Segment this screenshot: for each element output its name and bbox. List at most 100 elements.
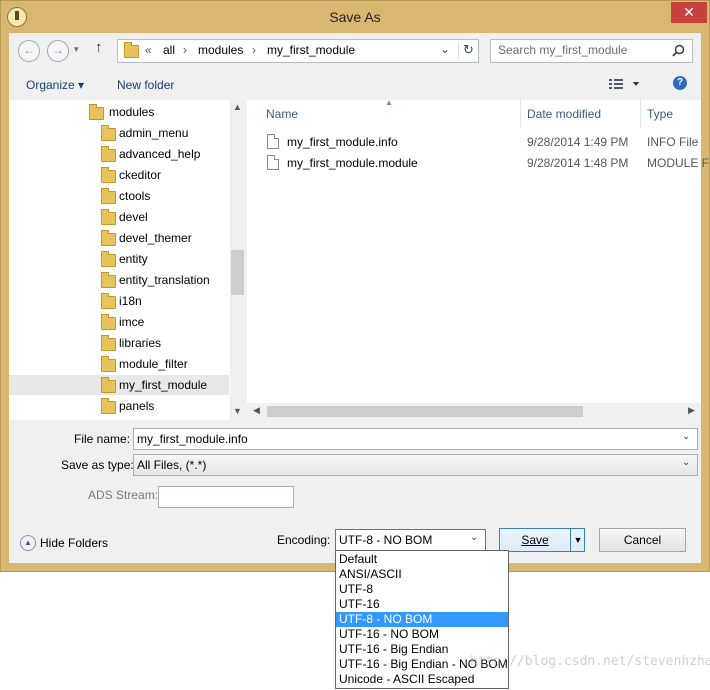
- folder-icon: [101, 272, 116, 288]
- folder-icon: [101, 167, 116, 183]
- folder-icon: [124, 42, 139, 58]
- ads-stream-label: ADS Stream:: [88, 488, 159, 502]
- folder-icon: [101, 293, 116, 309]
- navigation-pane: modules admin_menu advanced_help ckedito…: [9, 100, 245, 420]
- chevron-down-icon[interactable]: ⌄: [682, 431, 690, 442]
- encoding-option-selected[interactable]: UTF-8 - NO BOM: [336, 612, 508, 627]
- encoding-option[interactable]: Unicode - ASCII Escaped: [336, 672, 508, 687]
- encoding-option[interactable]: UTF-16 - NO BOM: [336, 627, 508, 642]
- new-folder-button[interactable]: New folder: [117, 78, 174, 92]
- tree-item-devel_themer[interactable]: devel_themer: [9, 228, 229, 248]
- organize-menu[interactable]: Organize ▾: [26, 78, 84, 92]
- tree-item-libraries[interactable]: libraries: [9, 333, 229, 353]
- file-row[interactable]: my_first_module.info 9/28/2014 1:49 PM I…: [257, 132, 698, 152]
- file-row[interactable]: my_first_module.module 9/28/2014 1:48 PM…: [257, 153, 709, 173]
- tree-item-modules[interactable]: modules: [9, 102, 229, 122]
- ads-stream-field[interactable]: [158, 486, 294, 508]
- folder-icon: [101, 125, 116, 141]
- encoding-value: UTF-8 - NO BOM: [339, 533, 433, 547]
- breadcrumb-all[interactable]: all: [163, 43, 175, 57]
- scroll-up-icon[interactable]: ▲: [233, 102, 242, 112]
- tree-item-i18n[interactable]: i18n: [9, 291, 229, 311]
- encoding-option[interactable]: Default: [336, 552, 508, 567]
- search-box[interactable]: Search my_first_module: [490, 39, 693, 63]
- help-icon[interactable]: ?: [673, 76, 687, 90]
- cancel-button[interactable]: Cancel: [599, 528, 686, 552]
- hide-folders-icon[interactable]: ▲: [20, 535, 36, 551]
- column-header-date[interactable]: Date modified: [527, 107, 601, 121]
- folder-icon: [101, 398, 116, 414]
- search-input[interactable]: Search my_first_module: [498, 43, 627, 57]
- folder-icon: [101, 209, 116, 225]
- folder-icon: [101, 377, 116, 393]
- folder-icon: [101, 335, 116, 351]
- scroll-left-icon[interactable]: ◀: [253, 405, 260, 416]
- tree-item-imce[interactable]: imce: [9, 312, 229, 332]
- file-name-field[interactable]: my_first_module.info ⌄: [133, 428, 698, 450]
- column-divider[interactable]: [520, 100, 521, 128]
- folder-icon: [101, 146, 116, 162]
- scroll-right-icon[interactable]: ▶: [688, 405, 695, 416]
- chevron-down-icon[interactable]: ⌄: [470, 532, 478, 543]
- scrollbar-thumb[interactable]: [231, 250, 244, 295]
- encoding-option[interactable]: UTF-8: [336, 582, 508, 597]
- breadcrumb-current[interactable]: my_first_module: [267, 43, 355, 57]
- recent-locations-icon[interactable]: ▾: [74, 44, 79, 55]
- tree-item-devel[interactable]: devel: [9, 207, 229, 227]
- save-options-chevron-icon[interactable]: ▼: [570, 529, 585, 551]
- address-bar[interactable]: « all › modules › my_first_module ⌄ ↻: [117, 39, 479, 63]
- breadcrumb-separator[interactable]: ›: [183, 43, 187, 57]
- toolbar: Organize ▾ New folder ?: [9, 69, 701, 99]
- folder-icon: [101, 356, 116, 372]
- hide-folders-button[interactable]: Hide Folders: [40, 536, 108, 550]
- scroll-down-icon[interactable]: ▼: [233, 406, 242, 416]
- refresh-icon[interactable]: ↻: [458, 42, 474, 58]
- nav-pane-scrollbar[interactable]: ▲ ▼: [230, 100, 245, 420]
- view-options-icon[interactable]: [609, 78, 639, 90]
- file-icon: [267, 155, 279, 170]
- scrollbar-thumb[interactable]: [267, 406, 583, 417]
- watermark-text: http://blog.csdn.net/stevenhzhang: [470, 654, 710, 669]
- tree-item-advanced_help[interactable]: advanced_help: [9, 144, 229, 164]
- breadcrumb-modules[interactable]: modules: [198, 43, 243, 57]
- file-icon: [267, 134, 279, 149]
- address-dropdown-icon[interactable]: ⌄: [440, 42, 450, 56]
- file-name-label: File name:: [74, 432, 131, 446]
- file-pane-scrollbar[interactable]: ◀ ▶: [247, 403, 701, 420]
- tree-item-panels[interactable]: panels: [9, 396, 229, 416]
- forward-button[interactable]: →: [47, 40, 69, 62]
- chevron-down-icon[interactable]: ⌄: [682, 457, 690, 468]
- up-button[interactable]: ↑: [95, 39, 103, 56]
- file-name-value: my_first_module.info: [137, 432, 248, 446]
- folder-icon: [101, 314, 116, 330]
- tree-item-ctools[interactable]: ctools: [9, 186, 229, 206]
- tree-item-admin_menu[interactable]: admin_menu: [9, 123, 229, 143]
- encoding-option[interactable]: ANSI/ASCII: [336, 567, 508, 582]
- tree-item-module_filter[interactable]: module_filter: [9, 354, 229, 374]
- folder-icon: [89, 104, 104, 120]
- tree-item-entity[interactable]: entity: [9, 249, 229, 269]
- column-header-type[interactable]: Type: [647, 107, 673, 121]
- tree-item-entity_translation[interactable]: entity_translation: [9, 270, 229, 290]
- save-button-label: Save: [521, 533, 549, 547]
- search-icon[interactable]: [672, 44, 685, 57]
- breadcrumb-separator[interactable]: ›: [252, 43, 256, 57]
- breadcrumb-overflow[interactable]: «: [145, 43, 152, 57]
- encoding-select[interactable]: UTF-8 - NO BOM ⌄: [335, 529, 486, 551]
- file-list-pane: ▲ Name Date modified Type my_first_modul…: [247, 98, 709, 420]
- back-button[interactable]: ←: [18, 40, 40, 62]
- folder-icon: [101, 188, 116, 204]
- save-as-window: Save As ✕ ← → ▾ ↑ « all › modules › my_f…: [0, 0, 710, 572]
- folder-icon: [101, 230, 116, 246]
- title-bar[interactable]: Save As ✕: [1, 1, 709, 33]
- save-type-select[interactable]: All Files, (*.*) ⌄: [133, 454, 698, 476]
- save-button[interactable]: Save ▼: [499, 528, 585, 552]
- dialog-client: ← → ▾ ↑ « all › modules › my_first_modul…: [9, 33, 709, 563]
- column-header-name[interactable]: Name: [266, 107, 298, 121]
- column-divider[interactable]: [640, 100, 641, 128]
- tree-item-ckeditor[interactable]: ckeditor: [9, 165, 229, 185]
- encoding-option[interactable]: UTF-16: [336, 597, 508, 612]
- tree-item-my_first_module[interactable]: my_first_module: [9, 375, 229, 395]
- encoding-label: Encoding:: [277, 533, 331, 547]
- close-button[interactable]: ✕: [671, 2, 707, 23]
